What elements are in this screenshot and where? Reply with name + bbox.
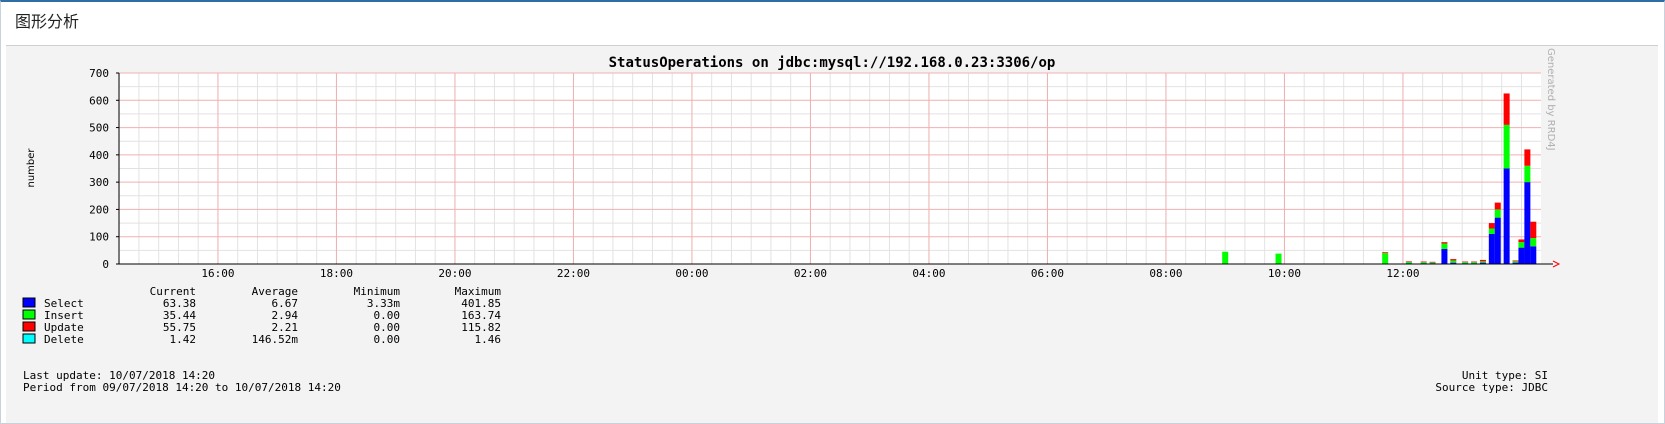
- bar-update: [1494, 202, 1501, 210]
- graph-panel: 图形分析 StatusOperations on jdbc:mysql://19…: [0, 0, 1665, 424]
- legend-swatch-delete: [22, 333, 36, 344]
- bar-insert: [1471, 262, 1478, 264]
- x-tick-label: 16:00: [201, 267, 234, 280]
- y-tick-labels: 0 100 200 300 400 500 600 700: [89, 67, 109, 271]
- x-tick-label: 12:00: [1386, 267, 1419, 280]
- minor-grid: [118, 73, 1541, 264]
- bar-insert: [1479, 261, 1486, 263]
- bar-insert: [1462, 262, 1469, 264]
- bar-update: [1405, 261, 1412, 262]
- bar-update: [1512, 260, 1519, 262]
- x-tick-label: 04:00: [912, 267, 945, 280]
- y-axis-label: number: [26, 148, 37, 188]
- bar-update: [1441, 242, 1448, 244]
- x-tick-label: 02:00: [794, 267, 827, 280]
- bar-insert: [1441, 243, 1448, 249]
- bar-insert: [1518, 242, 1525, 248]
- y-tick-label: 700: [89, 67, 109, 80]
- x-tick-label: 08:00: [1149, 267, 1182, 280]
- bar-update: [1450, 259, 1457, 261]
- bar-select: [1530, 246, 1537, 264]
- bar-update: [1479, 259, 1486, 262]
- chart-title: StatusOperations on jdbc:mysql://192.168…: [609, 55, 1056, 71]
- y-tick-label: 500: [89, 122, 109, 135]
- bar-insert: [1222, 251, 1229, 264]
- bar-insert: [1420, 262, 1427, 264]
- y-tick-label: 300: [89, 176, 109, 189]
- y-tick-label: 100: [89, 231, 109, 244]
- y-tick-label: 200: [89, 203, 109, 216]
- chart-svg: StatusOperations on jdbc:mysql://192.168…: [22, 48, 1561, 394]
- y-tick-label: 0: [102, 258, 109, 271]
- period: Period from 09/07/2018 14:20 to 10/07/20…: [23, 381, 341, 394]
- bar-update: [1524, 149, 1531, 166]
- bar-update: [1471, 261, 1478, 263]
- bar-insert: [1524, 165, 1531, 183]
- bar-insert: [1530, 238, 1537, 247]
- bar-insert: [1494, 209, 1501, 218]
- x-axis-arrow: [1552, 260, 1561, 268]
- bar-insert: [1488, 228, 1495, 234]
- y-tick-label: 400: [89, 149, 109, 162]
- bar-update: [1382, 252, 1389, 254]
- bar-select: [1494, 217, 1501, 264]
- bar-insert: [1405, 261, 1412, 264]
- bar-insert: [1429, 262, 1436, 264]
- legend-series-name: Delete: [44, 333, 84, 346]
- y-tick-label: 600: [89, 94, 109, 107]
- legend-swatch-update: [22, 321, 36, 332]
- legend-swatch-insert: [22, 309, 36, 320]
- x-tick-label: 06:00: [1031, 267, 1064, 280]
- legend: Current Average Minimum MaximumSelect 63.38 6…: [22, 285, 502, 346]
- bar-insert: [1275, 253, 1282, 264]
- bar-select: [1524, 182, 1531, 264]
- bar-update: [1503, 93, 1510, 125]
- bar-select: [1518, 247, 1525, 264]
- bar-update: [1518, 239, 1525, 243]
- bar-insert: [1450, 260, 1457, 263]
- bar-insert: [1382, 253, 1389, 264]
- x-tick-label: 10:00: [1268, 267, 1301, 280]
- bar-update: [1420, 261, 1427, 263]
- bar-update: [1462, 261, 1469, 263]
- legend-value: 1.42: [170, 333, 197, 346]
- legend-swatch-select: [22, 297, 36, 308]
- rrd-graph: StatusOperations on jdbc:mysql://192.168…: [6, 45, 1658, 423]
- bar-update: [1530, 221, 1537, 239]
- watermark: Generated by RRD4J: [1545, 48, 1556, 151]
- bar-select: [1488, 233, 1495, 264]
- bar-update: [1488, 223, 1495, 229]
- legend-value: 146.52m: [252, 333, 299, 346]
- x-tick-label: 22:00: [557, 267, 590, 280]
- legend-value: 1.46: [475, 333, 502, 346]
- bar-update: [1429, 261, 1436, 263]
- bar-insert: [1503, 124, 1510, 169]
- x-tick-label: 18:00: [320, 267, 353, 280]
- x-tick-label: 00:00: [675, 267, 708, 280]
- panel-title: 图形分析: [15, 12, 80, 31]
- source-type: Source type: JDBC: [1435, 381, 1548, 394]
- legend-value: 0.00: [374, 333, 401, 346]
- bar-select: [1441, 248, 1448, 264]
- x-tick-label: 20:00: [438, 267, 471, 280]
- x-tick-labels: 16:00 18:00 20:00 22:00 00:00 02:00 04:00 06:00…: [201, 267, 1419, 280]
- bar-select: [1503, 168, 1510, 264]
- bar-insert: [1512, 261, 1519, 263]
